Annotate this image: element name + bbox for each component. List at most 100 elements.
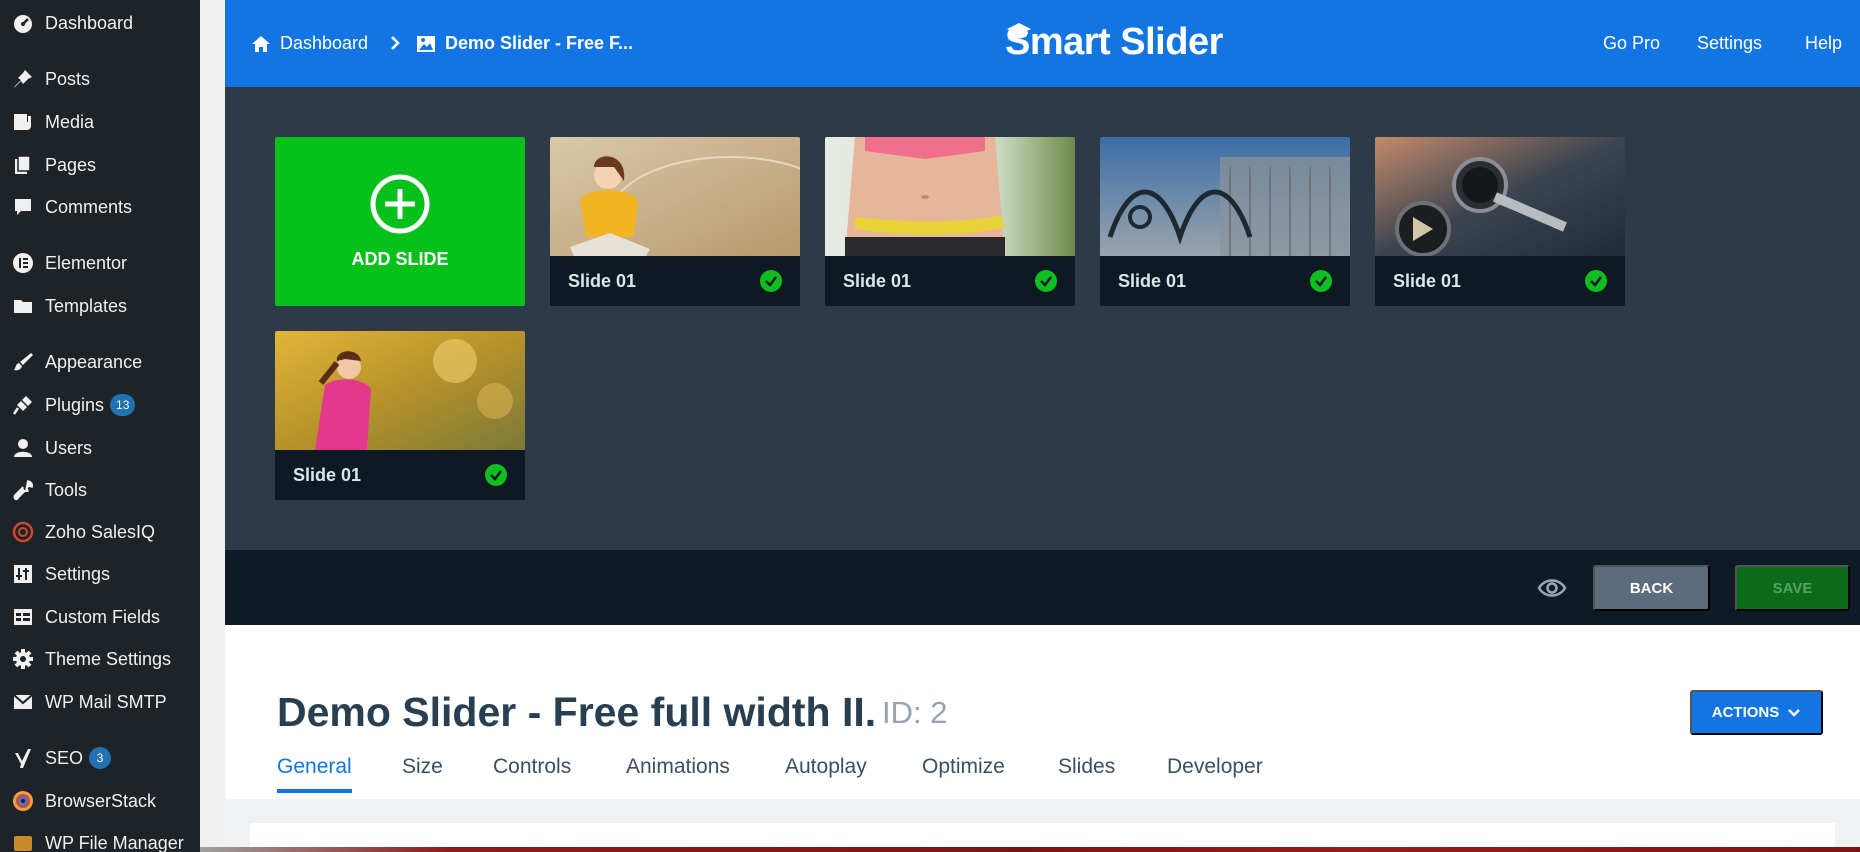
chevron-right-icon [391, 36, 400, 50]
sidebar-item-label: Elementor [45, 252, 128, 273]
breadcrumb-current-slider[interactable]: Demo Slider - Free F... [415, 0, 633, 87]
slide-card[interactable]: Slide 01 [1375, 137, 1625, 306]
slide-thumbnail [825, 137, 1075, 256]
tab-size[interactable]: Size [402, 755, 443, 793]
image-icon [417, 35, 435, 52]
slide-thumbnail [1375, 137, 1625, 256]
graduation-cap-icon [1007, 23, 1031, 39]
table-icon [12, 606, 34, 628]
media-icon [12, 111, 34, 133]
sidebar-item-label: Media [45, 111, 95, 132]
slide-title: Slide 01 [568, 270, 637, 291]
slide-thumbnail [275, 331, 525, 450]
slider-id-label: ID: 2 [882, 695, 948, 730]
slide-footer: Slide 01 [550, 256, 800, 306]
pin-icon [12, 68, 34, 90]
sidebar-item-label: Custom Fields [45, 606, 161, 627]
dashboard-icon [12, 12, 34, 34]
add-slide-label: ADD SLIDE [351, 249, 449, 269]
tab-animations[interactable]: Animations [626, 755, 730, 793]
sidebar-item-seo[interactable]: SEO 3 [0, 740, 200, 776]
sidebar-item-custom-fields[interactable]: Custom Fields [0, 599, 200, 635]
sidebar-item-dashboard[interactable]: Dashboard [0, 5, 200, 41]
pages-icon [12, 154, 34, 176]
slide-card[interactable]: Slide 01 [550, 137, 800, 306]
settings-sliders-icon [12, 563, 34, 585]
published-check-icon[interactable] [760, 270, 782, 292]
browserstack-icon [12, 790, 34, 812]
sidebar-item-tools[interactable]: Tools [0, 472, 200, 508]
slider-title: Demo Slider - Free full width II. [277, 689, 877, 735]
sidebar-item-templates[interactable]: Templates [0, 288, 200, 324]
sidebar-item-label: WP Mail SMTP [45, 691, 167, 712]
add-slide-button[interactable]: ADD SLIDE [275, 137, 525, 306]
breadcrumb-dashboard-label: Dashboard [280, 33, 369, 53]
sidebar-item-label: Theme Settings [45, 648, 172, 669]
logo-text: Smart Slider [1005, 20, 1223, 63]
sidebar-item-zoho-salesiq[interactable]: Zoho SalesIQ [0, 514, 200, 550]
tab-general[interactable]: General [277, 755, 352, 793]
slide-footer: Slide 01 [1375, 256, 1625, 306]
sidebar-item-pages[interactable]: Pages [0, 147, 200, 183]
slide-title: Slide 01 [843, 270, 912, 291]
published-check-icon[interactable] [1035, 270, 1057, 292]
slide-title: Slide 01 [1393, 270, 1462, 291]
tab-developer[interactable]: Developer [1167, 755, 1263, 793]
admin-sidebar: Dashboard Posts Media Pages Comments Ele… [0, 0, 200, 852]
sidebar-item-label: Posts [45, 68, 91, 89]
mail-icon [12, 691, 34, 713]
actions-dropdown-button[interactable]: ACTIONS [1690, 690, 1823, 735]
actions-label: ACTIONS [1711, 704, 1780, 721]
sidebar-item-wp-file-manager[interactable]: WP File Manager [0, 825, 200, 852]
sidebar-item-browserstack[interactable]: BrowserStack [0, 783, 200, 819]
zoho-icon [12, 521, 34, 543]
comment-icon [12, 196, 34, 218]
sidebar-item-posts[interactable]: Posts [0, 61, 200, 97]
breadcrumb-dashboard-link[interactable]: Dashboard [250, 0, 368, 87]
tab-slides[interactable]: Slides [1058, 755, 1115, 793]
yoast-icon [12, 747, 34, 769]
tab-autoplay[interactable]: Autoplay [785, 755, 867, 793]
published-check-icon[interactable] [1310, 270, 1332, 292]
folder-icon [12, 295, 34, 317]
slide-card[interactable]: Slide 01 [275, 331, 525, 500]
slide-card[interactable]: Slide 01 [825, 137, 1075, 306]
sidebar-item-label: Dashboard [45, 12, 134, 33]
sidebar-item-label: Comments [45, 196, 133, 217]
sidebar-item-media[interactable]: Media [0, 104, 200, 140]
save-button[interactable]: SAVE [1735, 565, 1850, 611]
slide-footer: Slide 01 [825, 256, 1075, 306]
settings-link[interactable]: Settings [1697, 0, 1762, 87]
help-link[interactable]: Help [1805, 0, 1842, 87]
back-button[interactable]: BACK [1593, 565, 1710, 611]
published-check-icon[interactable] [1585, 270, 1607, 292]
sidebar-item-plugins[interactable]: Plugins 13 [0, 387, 200, 423]
sidebar-item-label: Users [45, 437, 93, 458]
sidebar-item-theme-settings[interactable]: Theme Settings [0, 641, 200, 677]
slide-card[interactable]: Slide 01 [1100, 137, 1350, 306]
sidebar-item-comments[interactable]: Comments [0, 189, 200, 225]
slide-thumbnail [1100, 137, 1350, 256]
slide-footer: Slide 01 [1100, 256, 1350, 306]
tab-optimize[interactable]: Optimize [922, 755, 1005, 793]
sidebar-item-label: Tools [45, 479, 88, 500]
go-pro-link[interactable]: Go Pro [1603, 0, 1660, 87]
sidebar-item-appearance[interactable]: Appearance [0, 344, 200, 380]
eye-icon[interactable] [1537, 574, 1567, 602]
published-check-icon[interactable] [485, 464, 507, 486]
slider-action-bar: BACK SAVE [225, 550, 1860, 625]
sidebar-item-elementor[interactable]: Elementor [0, 245, 200, 281]
sidebar-item-settings[interactable]: Settings [0, 556, 200, 592]
sidebar-item-label: BrowserStack [45, 790, 157, 811]
chevron-down-icon [1788, 708, 1801, 717]
home-icon [252, 35, 270, 52]
slides-manager: ADD SLIDE Slide 01 Slide 01 Slide 01 Sli… [225, 87, 1860, 550]
plugins-update-badge: 13 [110, 394, 136, 416]
tab-controls[interactable]: Controls [493, 755, 571, 793]
sidebar-item-wp-mail-smtp[interactable]: WP Mail SMTP [0, 684, 200, 720]
sidebar-item-users[interactable]: Users [0, 430, 200, 466]
sidebar-item-label: Pages [45, 154, 97, 175]
sidebar-item-label: Settings [45, 563, 111, 584]
sidebar-item-label: Plugins [45, 394, 105, 415]
sidebar-item-label: Zoho SalesIQ [45, 521, 156, 542]
